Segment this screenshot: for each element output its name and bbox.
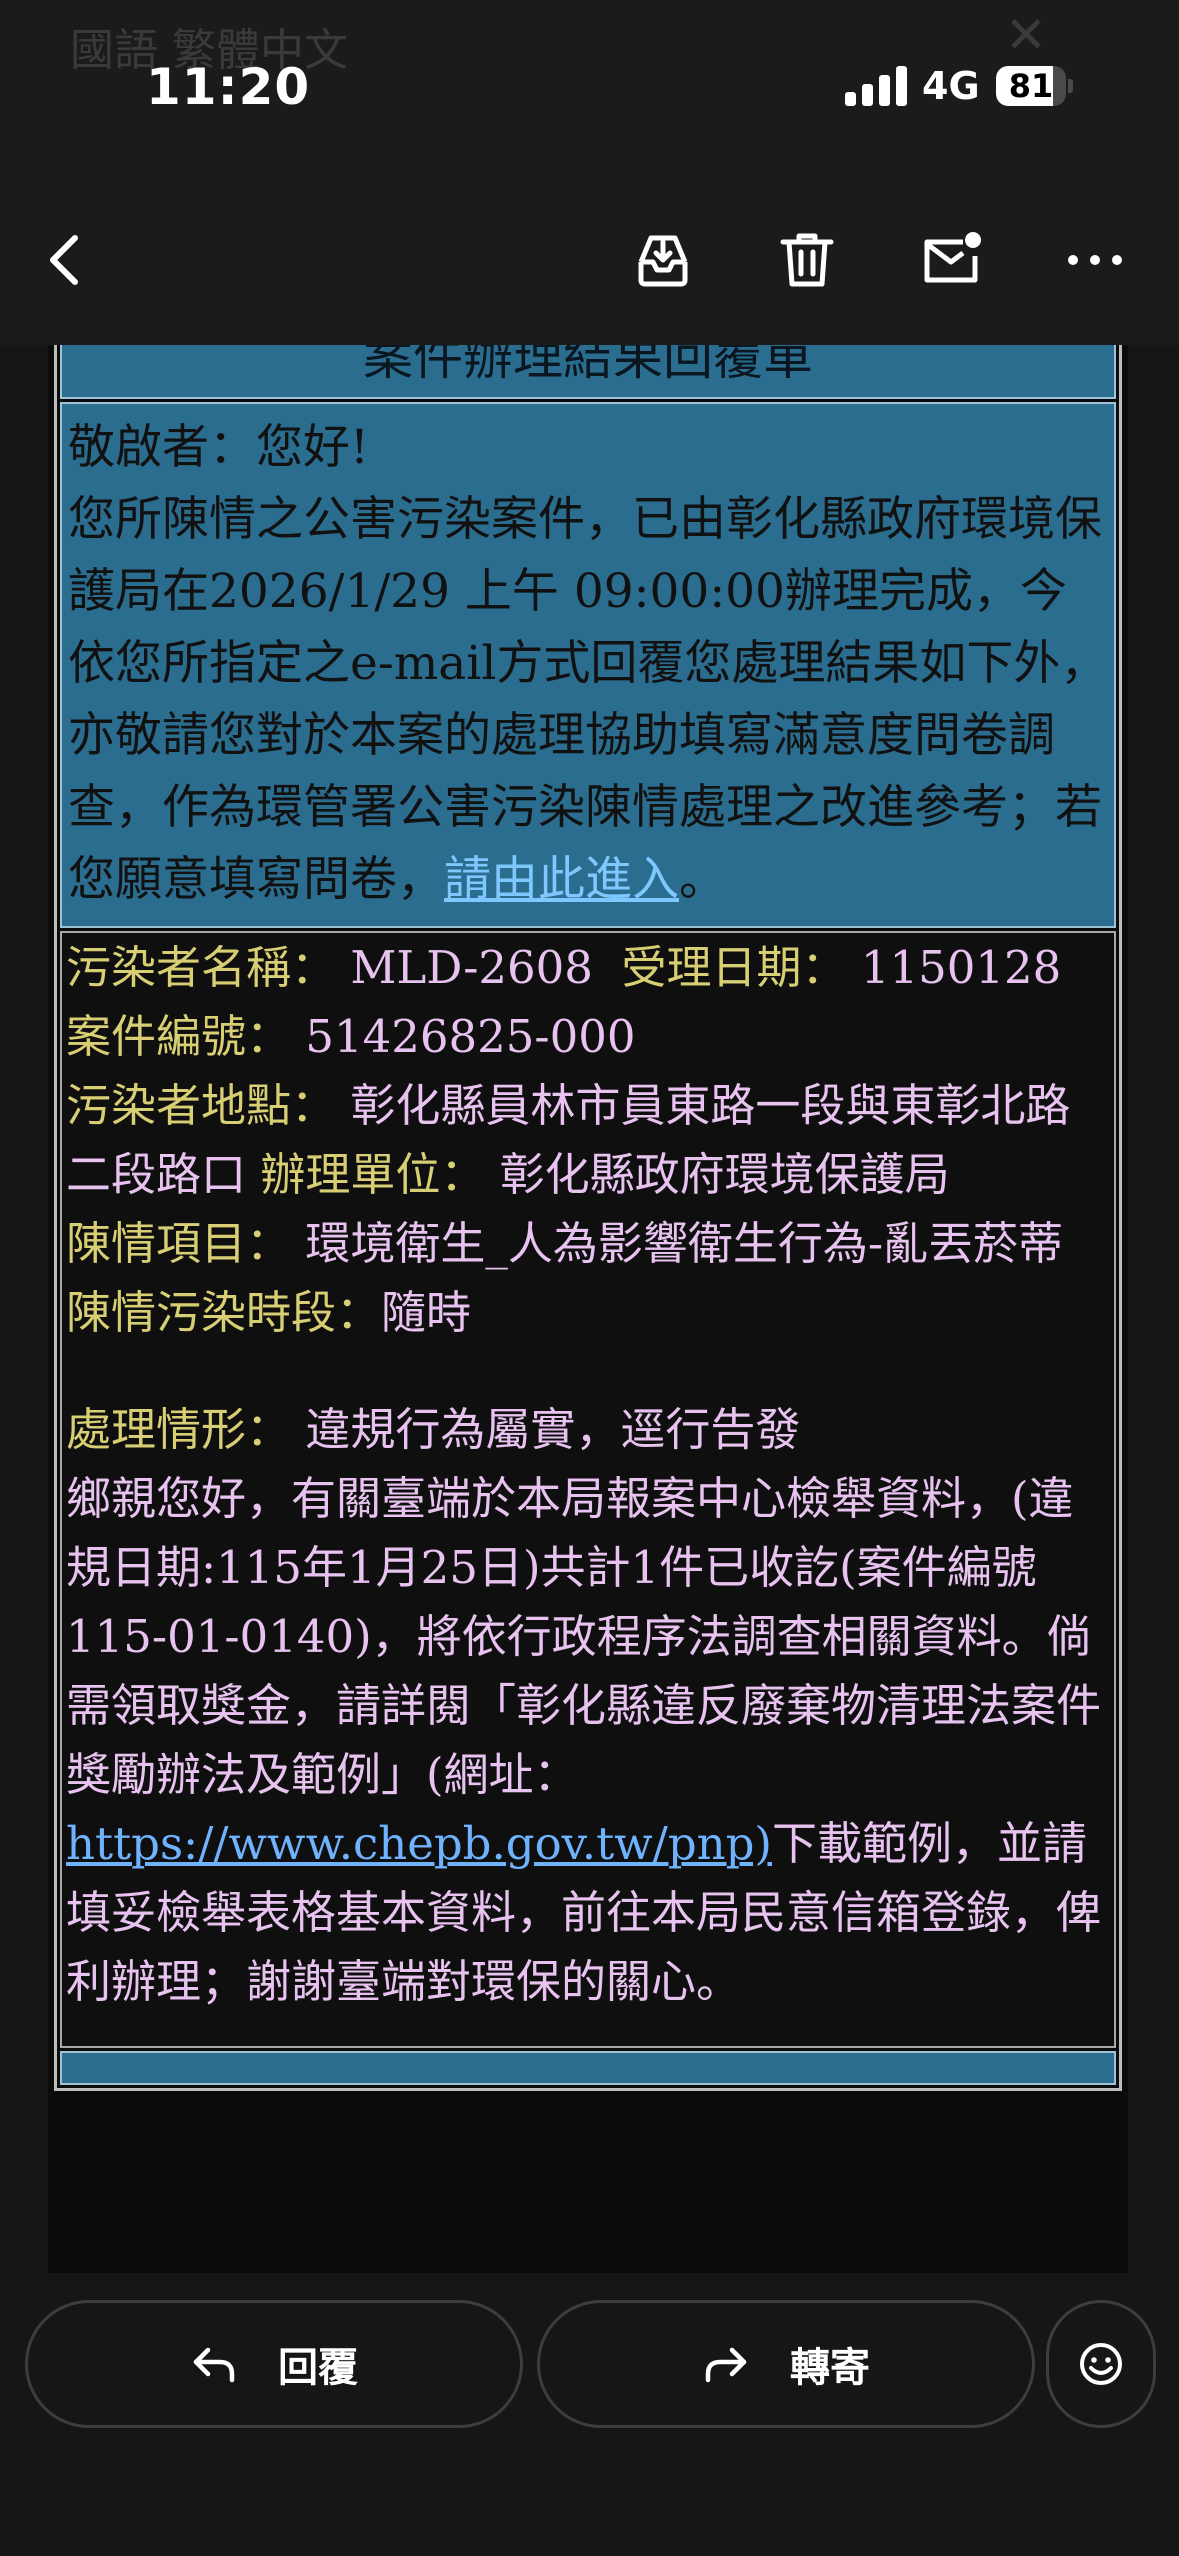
battery-icon: 81 — [996, 66, 1073, 106]
status-bar: 國語 繁體中文 ✕ 11:20 4G 81 — [0, 0, 1179, 175]
status-label: 處理情形： — [66, 1403, 292, 1456]
reply-form-table: 案件辦理結果回覆單 敬啟者：您好! 您所陳情之公害污染案件，已由彰化縣政府環境保… — [54, 345, 1122, 2091]
archive-button[interactable] — [623, 220, 703, 300]
mark-unread-button[interactable] — [911, 220, 991, 300]
survey-link[interactable]: 請由此進入 — [444, 852, 679, 907]
period-label: 陳情污染時段： — [66, 1286, 382, 1339]
reply-text-part1: 鄉親您好，有關臺端於本局報案中心檢舉資料，(違規日期:115年1月25日)共計1… — [66, 1472, 1102, 1801]
case-no-label: 案件編號： — [66, 1010, 292, 1063]
cellular-signal-icon — [845, 66, 909, 106]
polluter-name: MLD-2608 — [350, 941, 593, 994]
accept-date-label: 受理日期： — [621, 941, 847, 994]
back-chevron-icon — [50, 235, 78, 285]
network-type: 4G — [922, 64, 980, 108]
forward-arrow-icon — [705, 2347, 747, 2383]
unit: 彰化縣政府環境保護局 — [499, 1148, 950, 1201]
accept-date: 1150128 — [860, 941, 1062, 994]
greeting: 敬啟者：您好! — [68, 420, 369, 475]
unit-label: 辦理單位： — [260, 1148, 486, 1201]
intro-end: 。 — [679, 852, 726, 907]
status-time: 11:20 — [146, 58, 311, 116]
next-section-band — [60, 2051, 1116, 2085]
case-no: 51426825-000 — [305, 1010, 636, 1063]
reply-button[interactable]: 回覆 — [25, 2300, 523, 2428]
forward-label: 轉寄 — [790, 2345, 870, 2391]
greeting-cell: 敬啟者：您好! 您所陳情之公害污染案件，已由彰化縣政府環境保護局在2026/1/… — [60, 402, 1116, 928]
email-body[interactable]: 案件辦理結果回覆單 敬啟者：您好! 您所陳情之公害污染案件，已由彰化縣政府環境保… — [48, 345, 1128, 2273]
period: 隨時 — [381, 1286, 472, 1339]
reply-url-link[interactable]: https://www.chepb.gov.tw/pnp) — [66, 1817, 772, 1870]
battery-level: 81 — [1008, 67, 1054, 105]
reply-label: 回覆 — [278, 2345, 358, 2391]
more-button[interactable] — [1055, 220, 1135, 300]
emoji-icon — [1080, 2343, 1122, 2385]
location-label: 污染者地點： — [66, 1079, 337, 1132]
case-info-cell: 污染者名稱： MLD-2608 受理日期： 1150128 案件編號： 5142… — [60, 931, 1116, 2048]
form-title-cell: 案件辦理結果回覆單 — [60, 345, 1116, 399]
form-title: 案件辦理結果回覆單 — [363, 345, 813, 386]
more-icon — [1068, 255, 1122, 265]
intro-text: 您所陳情之公害污染案件，已由彰化縣政府環境保護局在2026/1/29 上午 09… — [68, 492, 1108, 907]
polluter-name-label: 污染者名稱： — [66, 941, 337, 994]
forward-button[interactable]: 轉寄 — [537, 2300, 1035, 2428]
trash-icon — [780, 233, 834, 287]
delete-button[interactable] — [767, 220, 847, 300]
status: 違規行為屬實，逕行告發 — [305, 1403, 801, 1456]
back-button[interactable] — [27, 220, 107, 300]
emoji-reaction-button[interactable] — [1046, 2300, 1156, 2428]
background-close-icon: ✕ — [1005, 6, 1047, 64]
item: 環境衛生_人為影響衛生行為-亂丟菸蒂 — [305, 1217, 1064, 1270]
mail-toolbar — [0, 175, 1179, 345]
bottom-action-bar: 回覆 轉寄 — [0, 2273, 1179, 2556]
mark-unread-icon — [924, 232, 981, 283]
archive-icon — [638, 235, 688, 287]
item-label: 陳情項目： — [66, 1217, 292, 1270]
reply-arrow-icon — [193, 2347, 235, 2383]
